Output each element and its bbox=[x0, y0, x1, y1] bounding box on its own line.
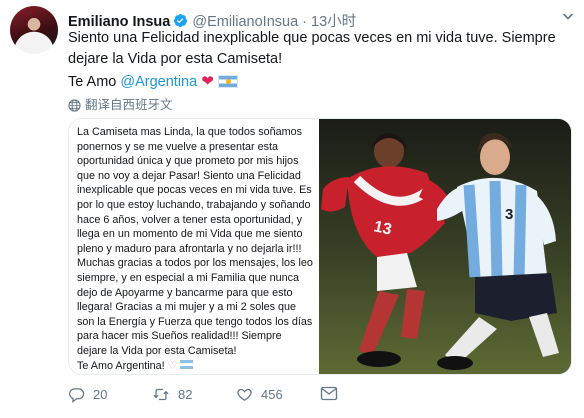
avatar[interactable] bbox=[10, 6, 58, 54]
tweet-text-signoff: Te Amo @Argentina ❤ bbox=[68, 71, 568, 93]
note-heart-emoji: ♡ bbox=[167, 359, 178, 372]
note-flag-icon bbox=[180, 359, 194, 372]
retweet-icon bbox=[153, 388, 169, 401]
like-button[interactable]: 456 bbox=[236, 386, 283, 403]
direct-message-button[interactable] bbox=[320, 386, 338, 401]
tweet[interactable]: Emiliano Insua @EmilianoInsua · 13小时 Siento… bbox=[0, 0, 584, 418]
translate-label: 翻译自西班牙文 bbox=[85, 98, 173, 112]
tweet-text: Siento una Felicidad inexplicable que po… bbox=[68, 28, 568, 93]
globe-icon bbox=[68, 99, 81, 112]
note-image[interactable]: La Camiseta mas Linda, la que todos soña… bbox=[69, 119, 319, 374]
tweet-text-line: dejare la Vida por esta Camiseta! bbox=[68, 51, 283, 67]
players-illustration: 13 3 bbox=[319, 119, 571, 374]
reply-icon bbox=[69, 388, 85, 403]
retweet-count: 82 bbox=[178, 387, 193, 402]
media-attachment[interactable]: La Camiseta mas Linda, la que todos soña… bbox=[68, 118, 572, 375]
football-photo[interactable]: 13 3 bbox=[319, 119, 571, 374]
mention-link[interactable]: @Argentina bbox=[120, 74, 197, 90]
tweet-text-prefix: Te Amo bbox=[68, 74, 121, 90]
retweet-button[interactable]: 82 bbox=[152, 386, 192, 403]
tweet-actions: 20 82 456 bbox=[68, 384, 584, 408]
heart-icon bbox=[237, 388, 252, 401]
argentina-flag-icon bbox=[217, 75, 238, 88]
heart-emoji: ❤ bbox=[201, 73, 214, 90]
note-body: La Camiseta mas Linda, la que todos soña… bbox=[77, 126, 313, 357]
envelope-icon bbox=[320, 386, 338, 401]
note-signoff: Te Amo Argentina! ♡ bbox=[77, 359, 313, 374]
chevron-down-icon[interactable] bbox=[562, 10, 574, 25]
note-text: La Camiseta mas Linda, la que todos soña… bbox=[77, 125, 313, 373]
reply-count: 20 bbox=[93, 387, 108, 402]
note-signoff-text: Te Amo Argentina! bbox=[77, 359, 165, 372]
reply-button[interactable]: 20 bbox=[68, 386, 107, 403]
translate-link[interactable]: 翻译自西班牙文 bbox=[68, 94, 173, 113]
tweet-text-line: Siento una Felicidad inexplicable que po… bbox=[68, 30, 556, 46]
tweet-header: Emiliano Insua @EmilianoInsua · 13小时 bbox=[68, 10, 574, 30]
jersey-number: 3 bbox=[505, 206, 513, 223]
svg-text:13: 13 bbox=[372, 218, 393, 238]
like-count: 456 bbox=[261, 387, 283, 402]
